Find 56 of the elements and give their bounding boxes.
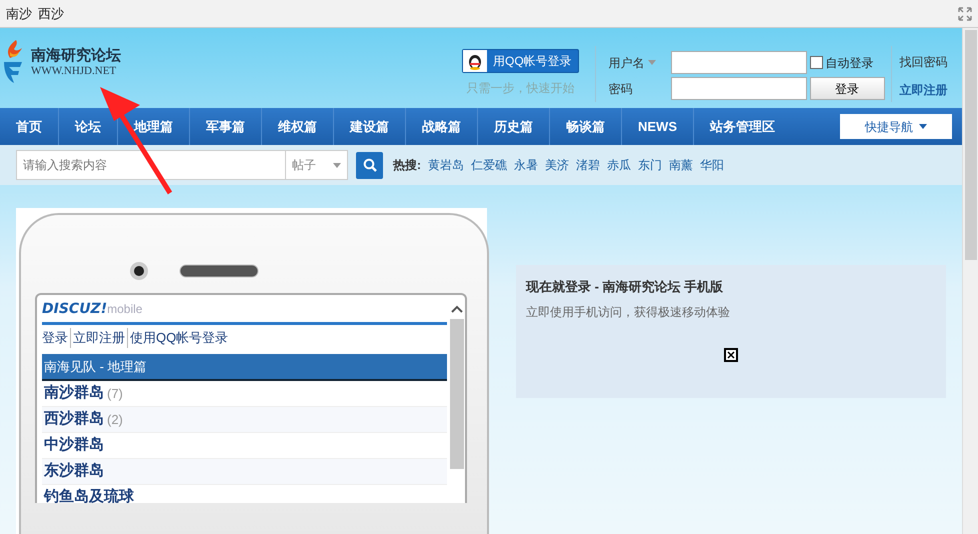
hot-search-link[interactable]: 美济 [545, 156, 569, 174]
hot-search-label: 热搜: [393, 157, 421, 174]
nav-link[interactable]: 站务管理区 [694, 108, 791, 145]
camera-icon [129, 261, 149, 281]
mobile-link[interactable]: 立即注册 [70, 328, 125, 348]
login-button[interactable]: 登录 [810, 77, 885, 100]
hot-search-link[interactable]: 仁爱礁 [471, 156, 507, 174]
discuz-logo: DISCUZ! [42, 300, 108, 319]
thread-count: (2) [107, 410, 123, 429]
penguin-icon [467, 52, 483, 70]
forum-url: WWW.NHJD.NET [31, 64, 118, 79]
caret-icon [333, 162, 341, 168]
window-title: 西沙 [38, 4, 64, 23]
promo-title: 现在就登录 - 南海研究论坛 手机版 [526, 278, 724, 296]
username-label: 用户名 [608, 54, 645, 72]
search-scope-dropdown[interactable]: 帖子 [286, 150, 348, 180]
quick-nav-button[interactable]: 快捷导航 [840, 114, 952, 139]
scroll-up-icon[interactable] [451, 305, 463, 313]
forum-link[interactable]: 东沙群岛 [44, 460, 104, 483]
scrollbar-thumb[interactable] [450, 319, 464, 469]
broken-image-icon [724, 348, 738, 362]
password-label: 密码 [608, 82, 633, 96]
forum-link[interactable]: 西沙群岛 [44, 408, 104, 431]
forum-link[interactable]: 中沙群岛 [44, 434, 104, 457]
register-link[interactable]: 立即注册 [900, 81, 948, 99]
recover-password-link[interactable]: 找回密码 [900, 53, 948, 71]
search-icon [362, 158, 376, 172]
hot-search-link[interactable]: 永暑 [514, 156, 538, 174]
mobile-link[interactable]: 使用QQ帐号登录 [127, 328, 228, 348]
hot-search-link[interactable]: 华阳 [700, 156, 724, 174]
password-field[interactable] [670, 77, 807, 100]
hot-search-link[interactable]: 黄岩岛 [428, 156, 464, 174]
window-title: 南沙 [6, 4, 32, 23]
search-button[interactable] [356, 152, 383, 178]
hot-search-link[interactable]: 东门 [638, 156, 662, 174]
username-field[interactable] [670, 51, 807, 74]
hot-search-link[interactable]: 赤瓜 [607, 156, 631, 174]
mobile-label: mobile [107, 301, 142, 318]
hot-search-link[interactable]: 渚碧 [576, 156, 600, 174]
promo-subtitle: 立即使用手机访问，获得极速移动体验 [526, 304, 731, 320]
caret-icon [919, 124, 927, 129]
hot-search-link[interactable]: 南薰 [669, 156, 693, 174]
thread-count: (7) [107, 384, 123, 403]
scrollbar[interactable] [962, 28, 978, 534]
qq-login-button[interactable]: 用QQ帐号登录 [462, 49, 579, 73]
speaker-grille-icon [179, 264, 259, 278]
qq-login-hint: 只需一步，快速开始 [466, 80, 574, 97]
search-field[interactable]: 请输入搜索内容 [16, 150, 286, 180]
mobile-link[interactable]: 登录 [42, 328, 68, 348]
auto-login-checkbox[interactable] [810, 56, 823, 69]
forum-link[interactable]: 南沙群岛 [44, 382, 104, 405]
auto-login-label: 自动登录 [826, 54, 874, 72]
forum-name: 南海研究论坛 [31, 48, 121, 63]
forum-section-header: 南海见队 - 地理篇 [42, 354, 447, 381]
expand-icon[interactable] [958, 6, 972, 20]
caret-icon[interactable] [648, 60, 656, 65]
